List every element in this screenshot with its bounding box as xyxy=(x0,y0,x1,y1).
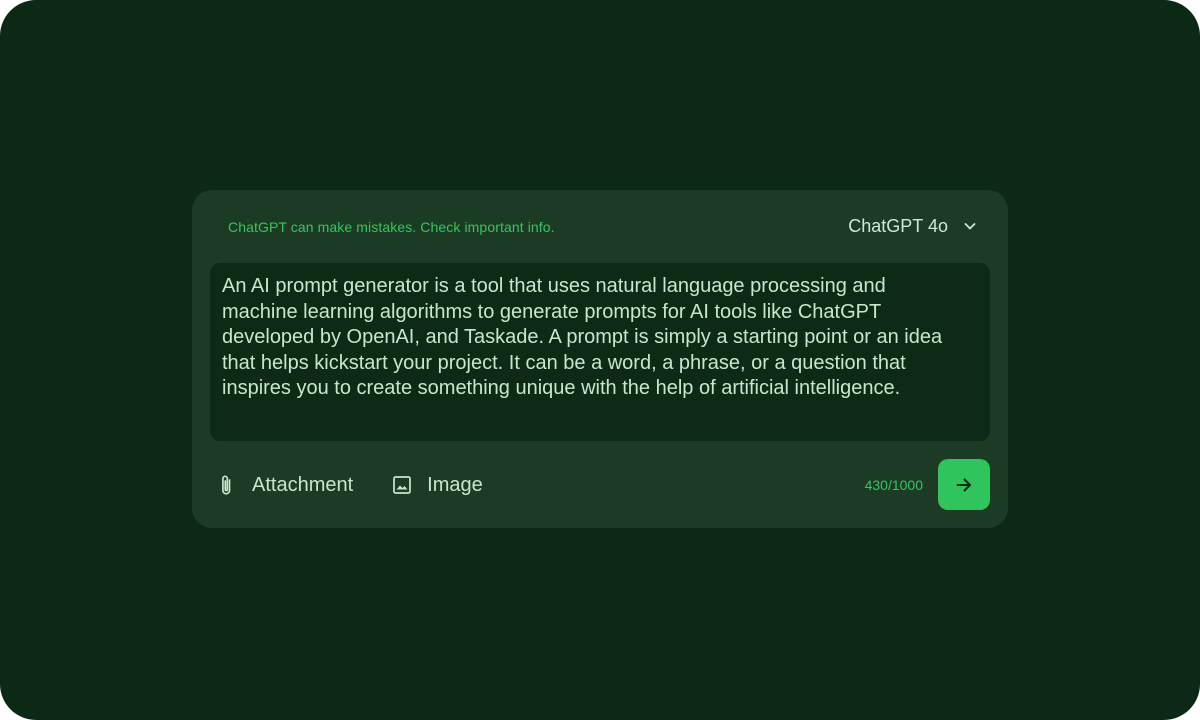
attachment-label: Attachment xyxy=(252,473,354,496)
composer-actions: Attachment Image xyxy=(216,469,483,501)
prompt-textarea[interactable]: An AI prompt generator is a tool that us… xyxy=(210,263,990,441)
model-label: ChatGPT 4o xyxy=(848,215,948,236)
page-background: ChatGPT can make mistakes. Check importa… xyxy=(0,0,1200,720)
attachment-button[interactable]: Attachment xyxy=(216,473,353,497)
chevron-down-icon xyxy=(962,218,978,234)
character-counter: 430/1000 xyxy=(864,477,923,493)
image-label: Image xyxy=(427,473,483,496)
image-button[interactable]: Image xyxy=(391,473,483,497)
model-selector[interactable]: ChatGPT 4o xyxy=(848,212,978,240)
image-icon xyxy=(391,473,413,497)
disclaimer-text: ChatGPT can make mistakes. Check importa… xyxy=(228,219,555,235)
prompt-composer: ChatGPT can make mistakes. Check importa… xyxy=(192,190,1008,528)
paperclip-icon xyxy=(216,473,238,497)
send-button[interactable] xyxy=(938,459,990,510)
arrow-right-icon xyxy=(954,475,974,495)
